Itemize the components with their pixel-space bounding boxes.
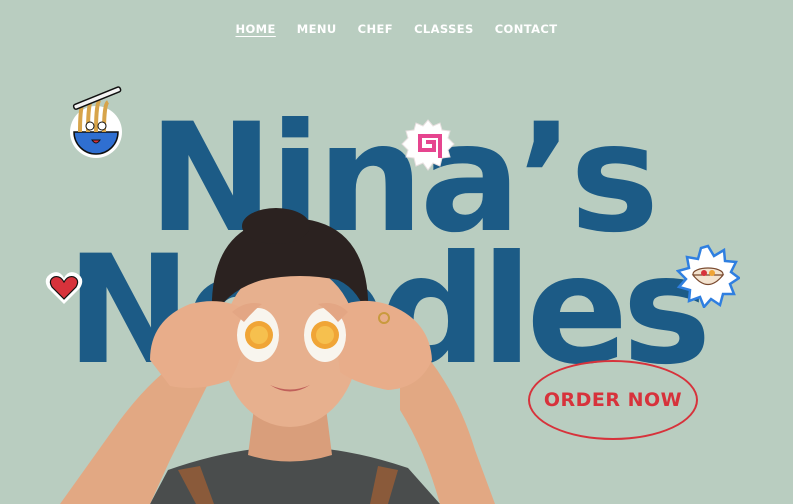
order-now-button[interactable]: ORDER NOW bbox=[528, 360, 698, 440]
ramen-bowl-sticker-icon bbox=[676, 244, 740, 308]
order-now-label: ORDER NOW bbox=[543, 389, 683, 411]
left-hand bbox=[150, 301, 247, 388]
chef-photo bbox=[60, 208, 495, 504]
ramen-sticker-icon bbox=[70, 86, 122, 158]
narutomaki-sticker-icon bbox=[401, 119, 455, 171]
hair-bun bbox=[242, 208, 310, 244]
hero-page: HOME MENU CHEF CLASSES CONTACT Nina’s No… bbox=[0, 0, 793, 504]
heart-sticker-icon bbox=[45, 272, 83, 304]
